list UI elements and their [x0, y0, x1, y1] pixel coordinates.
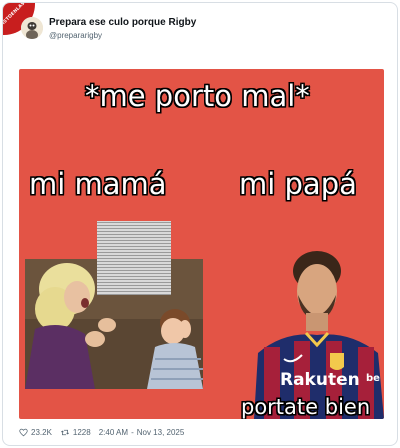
meme-left-label: mi mamá	[29, 167, 167, 201]
post-time: 2:40 AM	[98, 428, 129, 437]
meme-title: *me porto mal*	[85, 79, 310, 113]
meme-caption: portate bien	[241, 395, 371, 419]
shirt-sponsor: Rakuten	[280, 370, 360, 390]
static-noise-block	[97, 221, 171, 295]
retweet-stat[interactable]: 1228	[60, 428, 91, 437]
like-stat[interactable]: 23.2K	[19, 428, 52, 437]
tweet-card: VISTOENLASREDES.COM Prepara ese culo por…	[2, 2, 398, 446]
post-date: Nov 13, 2025	[136, 428, 185, 437]
post-footer: 23.2K 1228 2:40 AM - Nov 13, 2025	[19, 428, 184, 437]
football-player-photo: Rakuten be	[254, 243, 384, 419]
avatar[interactable]	[21, 17, 43, 39]
user-handle[interactable]: @prepararigby	[49, 31, 102, 40]
like-count: 23.2K	[31, 428, 52, 437]
retweet-icon[interactable]	[60, 428, 70, 437]
heart-icon[interactable]	[19, 428, 28, 437]
display-name[interactable]: Prepara ese culo porque Rigby	[49, 17, 196, 28]
retweet-count: 1228	[72, 428, 91, 437]
meme-right-label: mi papá	[239, 167, 357, 201]
shirt-sponsor-partial: be	[366, 373, 380, 384]
time-separator: -	[131, 428, 134, 437]
meme-image[interactable]: *me porto mal* mi mamá mi papá Rakuten b…	[19, 69, 384, 419]
